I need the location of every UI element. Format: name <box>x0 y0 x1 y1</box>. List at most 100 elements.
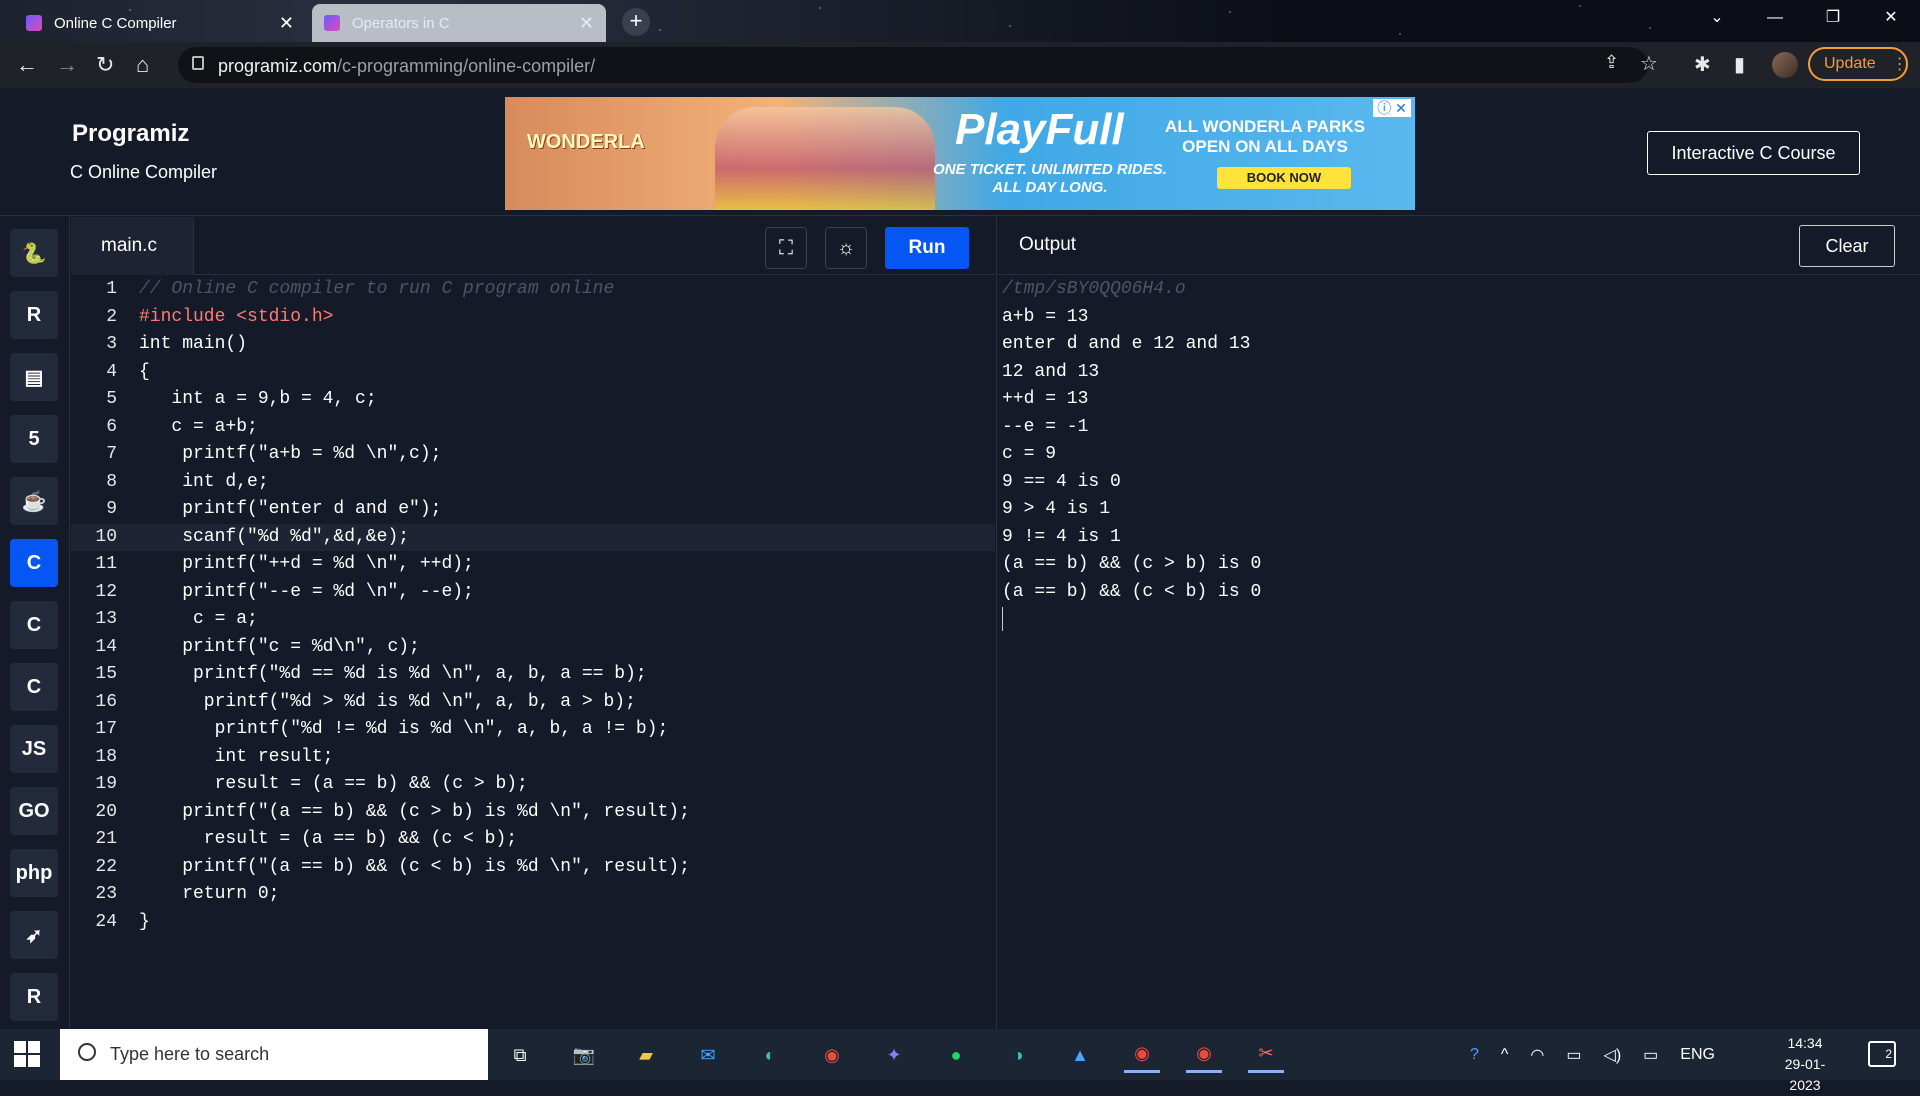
ad-book-now-button[interactable]: BOOK NOW <box>1217 167 1351 189</box>
tab-operators-in-c[interactable]: Operators in C ✕ <box>312 4 606 42</box>
csharp-icon[interactable]: C <box>10 663 58 711</box>
go-icon[interactable]: GO <box>10 787 58 835</box>
run-button[interactable]: Run <box>885 227 969 269</box>
wifi-icon[interactable]: ◠ <box>1530 1045 1544 1065</box>
code-line[interactable]: 4{ <box>71 359 995 387</box>
display-icon[interactable]: ▭ <box>1643 1045 1658 1065</box>
code-line[interactable]: 8 int d,e; <box>71 469 995 497</box>
new-tab-button[interactable]: + <box>622 8 650 36</box>
file-tab-main-c[interactable]: main.c <box>71 217 194 275</box>
restore-icon[interactable]: ❐ <box>1804 0 1862 36</box>
fullscreen-icon[interactable]: ⛶ <box>765 227 807 269</box>
code-line[interactable]: 11 printf("++d = %d \n", ++d); <box>71 551 995 579</box>
close-window-icon[interactable]: ✕ <box>1862 0 1920 36</box>
bookmark-star-icon[interactable]: ☆ <box>1640 51 1658 76</box>
r-icon[interactable]: R <box>10 291 58 339</box>
taskbar-search-box[interactable]: Type here to search <box>60 1029 488 1080</box>
back-icon[interactable]: ← <box>16 52 38 78</box>
sql-icon[interactable]: ▤ <box>10 353 58 401</box>
code-line[interactable]: 3 int main() <box>71 331 995 359</box>
language-indicator[interactable]: ENG <box>1680 1046 1715 1064</box>
edge-icon[interactable]: ◐ <box>752 1037 788 1073</box>
html-icon[interactable]: 5 <box>10 415 58 463</box>
lock-icon[interactable] <box>192 56 204 70</box>
code-line[interactable]: 13 c = a; <box>71 606 995 634</box>
taskbar-clock[interactable]: 14:34 29-01-2023 <box>1770 1033 1840 1096</box>
code-line[interactable]: 18 int result; <box>71 744 995 772</box>
address-bar[interactable]: programiz.com/c-programming/online-compi… <box>178 47 1658 83</box>
file-explorer-icon[interactable]: ▰ <box>628 1037 664 1073</box>
code-editor[interactable]: 1 // Online C compiler to run C program o… <box>71 276 995 1029</box>
snipping-tool-icon[interactable]: ✂ <box>1248 1037 1284 1073</box>
code-text: printf("%d == %d is %d \n", a, b, a == b… <box>139 664 647 684</box>
chrome-active-icon[interactable]: ◉ <box>1186 1037 1222 1073</box>
spotify-icon[interactable]: ● <box>938 1037 974 1073</box>
code-line[interactable]: 14 printf("c = %d\n", c); <box>71 634 995 662</box>
code-line[interactable]: 7 printf("a+b = %d \n",c); <box>71 441 995 469</box>
code-line[interactable]: 15 printf("%d == %d is %d \n", a, b, a =… <box>71 661 995 689</box>
profile-avatar[interactable] <box>1772 52 1798 78</box>
chevron-up-icon[interactable]: ^ <box>1501 1046 1509 1064</box>
java-icon[interactable]: ☕ <box>10 477 58 525</box>
code-line[interactable]: 9 printf("enter d and e"); <box>71 496 995 524</box>
code-line[interactable]: 19 result = (a == b) && (c > b); <box>71 771 995 799</box>
minimize-icon[interactable]: — <box>1746 0 1804 36</box>
js-icon[interactable]: JS <box>10 725 58 773</box>
code-line[interactable]: 2 #include <stdio.h> <box>71 304 995 332</box>
forward-icon[interactable]: → <box>56 52 78 78</box>
advertisement-banner[interactable]: WONDERLA PlayFull ALL WONDERLA PARKS OPE… <box>505 97 1415 210</box>
edge-dev-icon[interactable]: ◑ <box>1000 1037 1036 1073</box>
windows-start-icon[interactable] <box>14 1041 40 1067</box>
ad-close-icon[interactable]: ⓘ ✕ <box>1373 99 1411 117</box>
mail-icon[interactable]: ✉ <box>690 1037 726 1073</box>
interactive-course-button[interactable]: Interactive C Course <box>1647 131 1860 175</box>
close-tab-icon[interactable]: ✕ <box>279 13 294 34</box>
code-line[interactable]: 10 scanf("%d %d",&d,&e); <box>71 523 995 551</box>
tab-online-c-compiler[interactable]: Online C Compiler ✕ <box>14 4 306 42</box>
side-panel-icon[interactable]: ▮ <box>1734 52 1745 77</box>
share-icon[interactable]: ⇪ <box>1604 52 1619 73</box>
photos-icon[interactable]: ▲ <box>1062 1037 1098 1073</box>
code-line[interactable]: 12 printf("--e = %d \n", --e); <box>71 579 995 607</box>
programiz-logo[interactable]: Programiz <box>72 120 189 148</box>
cpp-icon[interactable]: C <box>10 601 58 649</box>
extensions-icon[interactable]: ✱ <box>1694 52 1711 77</box>
code-line[interactable]: 23 return 0; <box>71 881 995 909</box>
chrome-icon[interactable]: ◉ <box>814 1037 850 1073</box>
code-line[interactable]: 22 printf("(a == b) && (c < b) is %d \n"… <box>71 854 995 882</box>
code-line[interactable]: 5 int a = 9,b = 4, c; <box>71 386 995 414</box>
home-icon[interactable]: ⌂ <box>136 52 149 78</box>
code-line[interactable]: 21 result = (a == b) && (c < b); <box>71 826 995 854</box>
output-console[interactable]: /tmp/sBY0QQ06H4.o a+b = 13 enter d and e 1… <box>996 276 1920 1029</box>
code-line[interactable]: 24} <box>71 909 995 937</box>
output-title: Output <box>1019 234 1077 255</box>
swift-icon[interactable]: ➶ <box>10 911 58 959</box>
code-line[interactable]: 1 // Online C compiler to run C program o… <box>71 276 995 304</box>
code-line[interactable]: 17 printf("%d != %d is %d \n", a, b, a !… <box>71 716 995 744</box>
reload-icon[interactable]: ↻ <box>96 52 114 78</box>
close-tab-icon[interactable]: ✕ <box>579 13 594 34</box>
code-line[interactable]: 20 printf("(a == b) && (c > b) is %d \n"… <box>71 799 995 827</box>
theme-toggle-icon[interactable]: ☼ <box>825 227 867 269</box>
php-icon[interactable]: php <box>10 849 58 897</box>
copilot-app-icon[interactable]: ✦ <box>876 1037 912 1073</box>
tab-search-icon[interactable]: ⌄ <box>1688 0 1746 36</box>
clear-button[interactable]: Clear <box>1799 225 1895 267</box>
output-line: a+b = 13 <box>1002 306 1089 327</box>
task-view-icon[interactable]: ⧉ <box>502 1037 538 1073</box>
line-number: 11 <box>95 554 117 574</box>
chrome-profile-icon[interactable]: ◉ <box>1124 1037 1160 1073</box>
update-button[interactable]: Update ⋮ <box>1808 47 1908 81</box>
help-icon[interactable]: ? <box>1470 1046 1479 1064</box>
camera-app-icon[interactable]: 📷 <box>566 1037 602 1073</box>
c-icon[interactable]: C <box>10 539 58 587</box>
battery-icon[interactable]: ▭ <box>1566 1045 1581 1065</box>
notification-center-icon[interactable]: 2 <box>1868 1041 1896 1067</box>
python-icon[interactable]: 🐍 <box>10 229 58 277</box>
code-line[interactable]: 16 printf("%d > %d is %d \n", a, b, a > … <box>71 689 995 717</box>
volume-icon[interactable]: ◁) <box>1604 1045 1622 1065</box>
code-line[interactable]: 6 c = a+b; <box>71 414 995 442</box>
line-number: 2 <box>106 306 117 327</box>
output-line: 9 > 4 is 1 <box>1002 499 1111 519</box>
rust-icon[interactable]: R <box>10 973 58 1021</box>
